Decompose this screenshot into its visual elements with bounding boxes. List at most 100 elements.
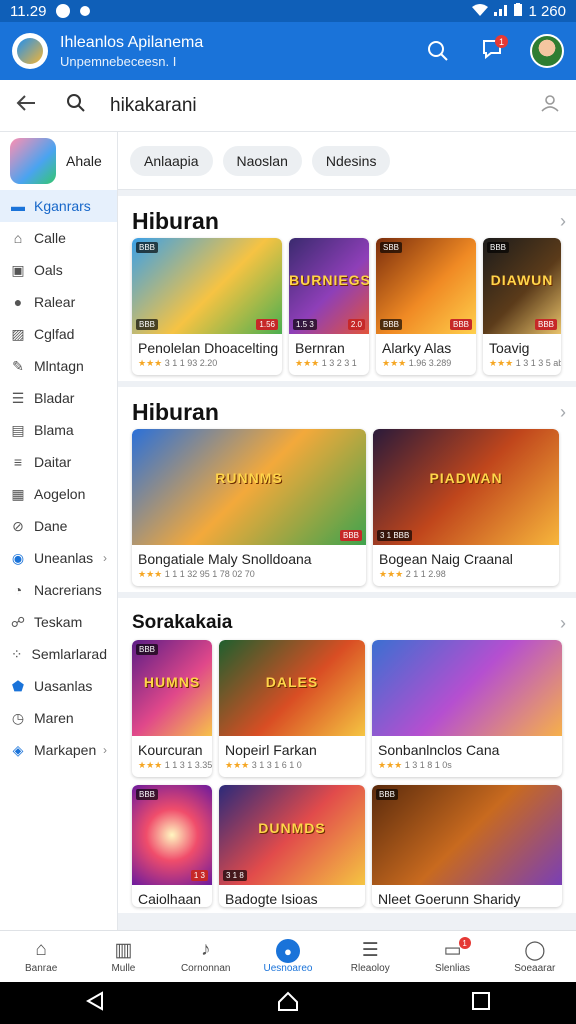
list-icon: ☰: [11, 390, 25, 406]
main-content: Anlaapia Naoslan Ndesins Hiburan › BBB BB…: [118, 132, 576, 930]
circle-slash-icon: ⊘: [12, 518, 24, 534]
sidebar-item[interactable]: ▤ Blama: [0, 414, 117, 446]
rating-stars-icon: ★★★: [382, 358, 407, 368]
sidebar-item[interactable]: ◈ Markapen ›: [0, 734, 117, 766]
thumbnail-title-art: HUMNS: [143, 673, 201, 690]
game-title: Sonbanlnclos Cana: [378, 742, 500, 758]
search-input[interactable]: hikakarani: [110, 95, 197, 117]
sidebar-item[interactable]: ◉ Uneanlas ›: [0, 542, 117, 574]
nav-item[interactable]: ◯ Soeaarar: [494, 931, 576, 982]
nav-item[interactable]: ● Uesnoareo: [247, 931, 329, 982]
chip[interactable]: Ndesins: [311, 145, 391, 176]
sidebar-item[interactable]: ⁘ Semlarlarad: [0, 638, 117, 670]
game-card[interactable]: BBB Nleet Goerunn Sharidy: [372, 785, 562, 907]
sidebar-item[interactable]: ✎ Mlntagn: [0, 350, 117, 382]
sidebar-item-label: Maren: [34, 710, 74, 726]
rating-stars-icon: ★★★: [489, 358, 514, 368]
sidebar-item[interactable]: ☍ Teskam: [0, 606, 117, 638]
back-arrow-icon[interactable]: [16, 94, 36, 117]
account-settings-icon[interactable]: [540, 93, 560, 118]
search-icon[interactable]: [422, 35, 454, 67]
shield-icon: ⬟: [11, 678, 25, 694]
layers-icon: ▤: [11, 422, 25, 438]
game-title: Nopeirl Farkan: [225, 742, 317, 758]
nav-label: Rleaoloy: [350, 963, 390, 974]
nav-item[interactable]: ▭ 1 Slenlias: [411, 931, 493, 982]
thumbnail-tag: BBB: [534, 319, 557, 330]
chevron-right-icon[interactable]: ›: [560, 613, 566, 634]
game-card[interactable]: Sonbanlnclos Cana ★★★ 1 3 1 8 1 0s: [372, 640, 562, 777]
game-thumbnail: BBB BBB 1.56: [132, 238, 282, 334]
game-card[interactable]: SBB BBB BBB Alarky Alas ★★★ 1.96 3.289: [376, 238, 476, 375]
nav-item[interactable]: ♪ Cornonnan: [165, 931, 247, 982]
game-meta-text: 1 3 2 3 1: [321, 358, 357, 368]
sidebar-item[interactable]: ▬ Kganrars: [0, 190, 117, 222]
game-title: Alarky Alas: [382, 340, 452, 356]
recents-icon[interactable]: [471, 991, 490, 1015]
thumbnail-tag: BBB: [136, 644, 159, 655]
chevron-right-icon[interactable]: ›: [560, 211, 566, 232]
game-thumbnail: BBB 1 3: [132, 785, 212, 885]
home-icon[interactable]: [277, 990, 299, 1017]
chip[interactable]: Naoslan: [222, 145, 302, 176]
grid-icon: ▦: [11, 486, 25, 502]
sidebar-item-label: Blama: [34, 422, 74, 438]
search-icon[interactable]: [66, 93, 86, 118]
thumbnail-tag: 3 1 8: [223, 870, 247, 881]
game-card[interactable]: DALES Nopeirl Farkan ★★★ 3 1 3 1 6 1 0: [219, 640, 365, 777]
section-title: Hiburan: [132, 207, 219, 234]
list-icon: ☰: [361, 940, 379, 961]
sidebar-item[interactable]: ☰ Bladar: [0, 382, 117, 414]
back-icon[interactable]: [86, 990, 104, 1016]
game-card[interactable]: DIAWUNBBBBBBToavig★★★ 1 3 1 3 5 abo-: [483, 238, 561, 375]
sidebar: Ahale ▬ Kganrars ⌂ Calle ▣ Oals ● Ralear ▨ Cglfad…: [0, 132, 118, 930]
chip[interactable]: Anlaapia: [130, 145, 213, 176]
section-title: Hiburan: [132, 398, 219, 425]
game-card[interactable]: BURNIEGS 1.5 3 2.0 Bernran ★★★ 1 3 2 3 1: [289, 238, 369, 375]
game-card[interactable]: DUNMDS 3 1 8 Badogte Isioas: [219, 785, 365, 907]
sidebar-item[interactable]: ⬟ Uasanlas: [0, 670, 117, 702]
game-thumbnail: SBB BBB BBB: [376, 238, 476, 334]
nav-item[interactable]: ☰ Rleaoloy: [329, 931, 411, 982]
game-meta-text: 3 1 1 93 2.20: [164, 358, 218, 368]
sidebar-item[interactable]: ⊘ Dane: [0, 510, 117, 542]
box-icon: ▣: [11, 262, 25, 278]
game-card[interactable]: BBB BBB 1.56 Penolelan Dhoacelting ★★★ 3 1 1…: [132, 238, 282, 375]
nav-item[interactable]: ▥ Mulle: [82, 931, 164, 982]
avatar[interactable]: [530, 34, 564, 68]
apps-icon: ⁘: [10, 646, 23, 662]
sidebar-item[interactable]: ≡ Daitar: [0, 446, 117, 478]
game-card[interactable]: PIADWAN 3 1 BBB Bogean Naig Craanal ★★★ 2 1…: [373, 429, 559, 586]
game-title: Bogean Naig Craanal: [379, 551, 513, 567]
game-card[interactable]: BBB 1 3 Caiolhaan: [132, 785, 212, 907]
notification-button[interactable]: 1: [476, 35, 508, 67]
game-meta: ★★★ 1 3 2 3 1: [289, 356, 369, 375]
system-navigation: [0, 982, 576, 1024]
sidebar-item[interactable]: ● Ralear: [0, 286, 117, 318]
app-icon: [10, 138, 56, 184]
game-title: Nleet Goerunn Sharidy: [378, 891, 521, 907]
app-logo[interactable]: [12, 33, 48, 69]
thumbnail-tag: BBB: [376, 789, 399, 800]
chevron-right-icon[interactable]: ›: [560, 402, 566, 423]
sidebar-item[interactable]: ⌂ Calle: [0, 222, 117, 254]
sidebar-item-label: Mlntagn: [34, 358, 84, 374]
sidebar-item[interactable]: ▨ Cglfad: [0, 318, 117, 350]
sidebar-item-label: Aogelon: [34, 486, 86, 502]
game-card[interactable]: RUNNMS BBB Bongatiale Maly Snolldoana ★★★ 1…: [132, 429, 366, 586]
app-bar: Ihleanlos Apilanema Unpemnebeceesn. I 1: [0, 22, 576, 80]
sidebar-item[interactable]: ▦ Aogelon: [0, 478, 117, 510]
thumbnail-tag: BBB: [449, 319, 472, 330]
rating-stars-icon: ★★★: [378, 760, 403, 770]
chart-icon: ▥: [114, 940, 133, 961]
sidebar-item[interactable]: ◔ Nacrerians: [0, 574, 117, 606]
thumbnail-tag: BBB: [487, 242, 510, 253]
game-card[interactable]: HUMNSBBBKourcuran★★★ 1 1 3 1 3.351: [132, 640, 212, 777]
thumbnail-title-art: BURNIEGS: [289, 271, 369, 288]
sidebar-item[interactable]: ▣ Oals: [0, 254, 117, 286]
sidebar-item-label: Dane: [34, 518, 68, 534]
sidebar-app[interactable]: Ahale: [0, 132, 117, 190]
sidebar-item-label: Bladar: [34, 390, 75, 406]
nav-item[interactable]: ⌂ Banrae: [0, 931, 82, 982]
sidebar-item[interactable]: ◷ Maren: [0, 702, 117, 734]
